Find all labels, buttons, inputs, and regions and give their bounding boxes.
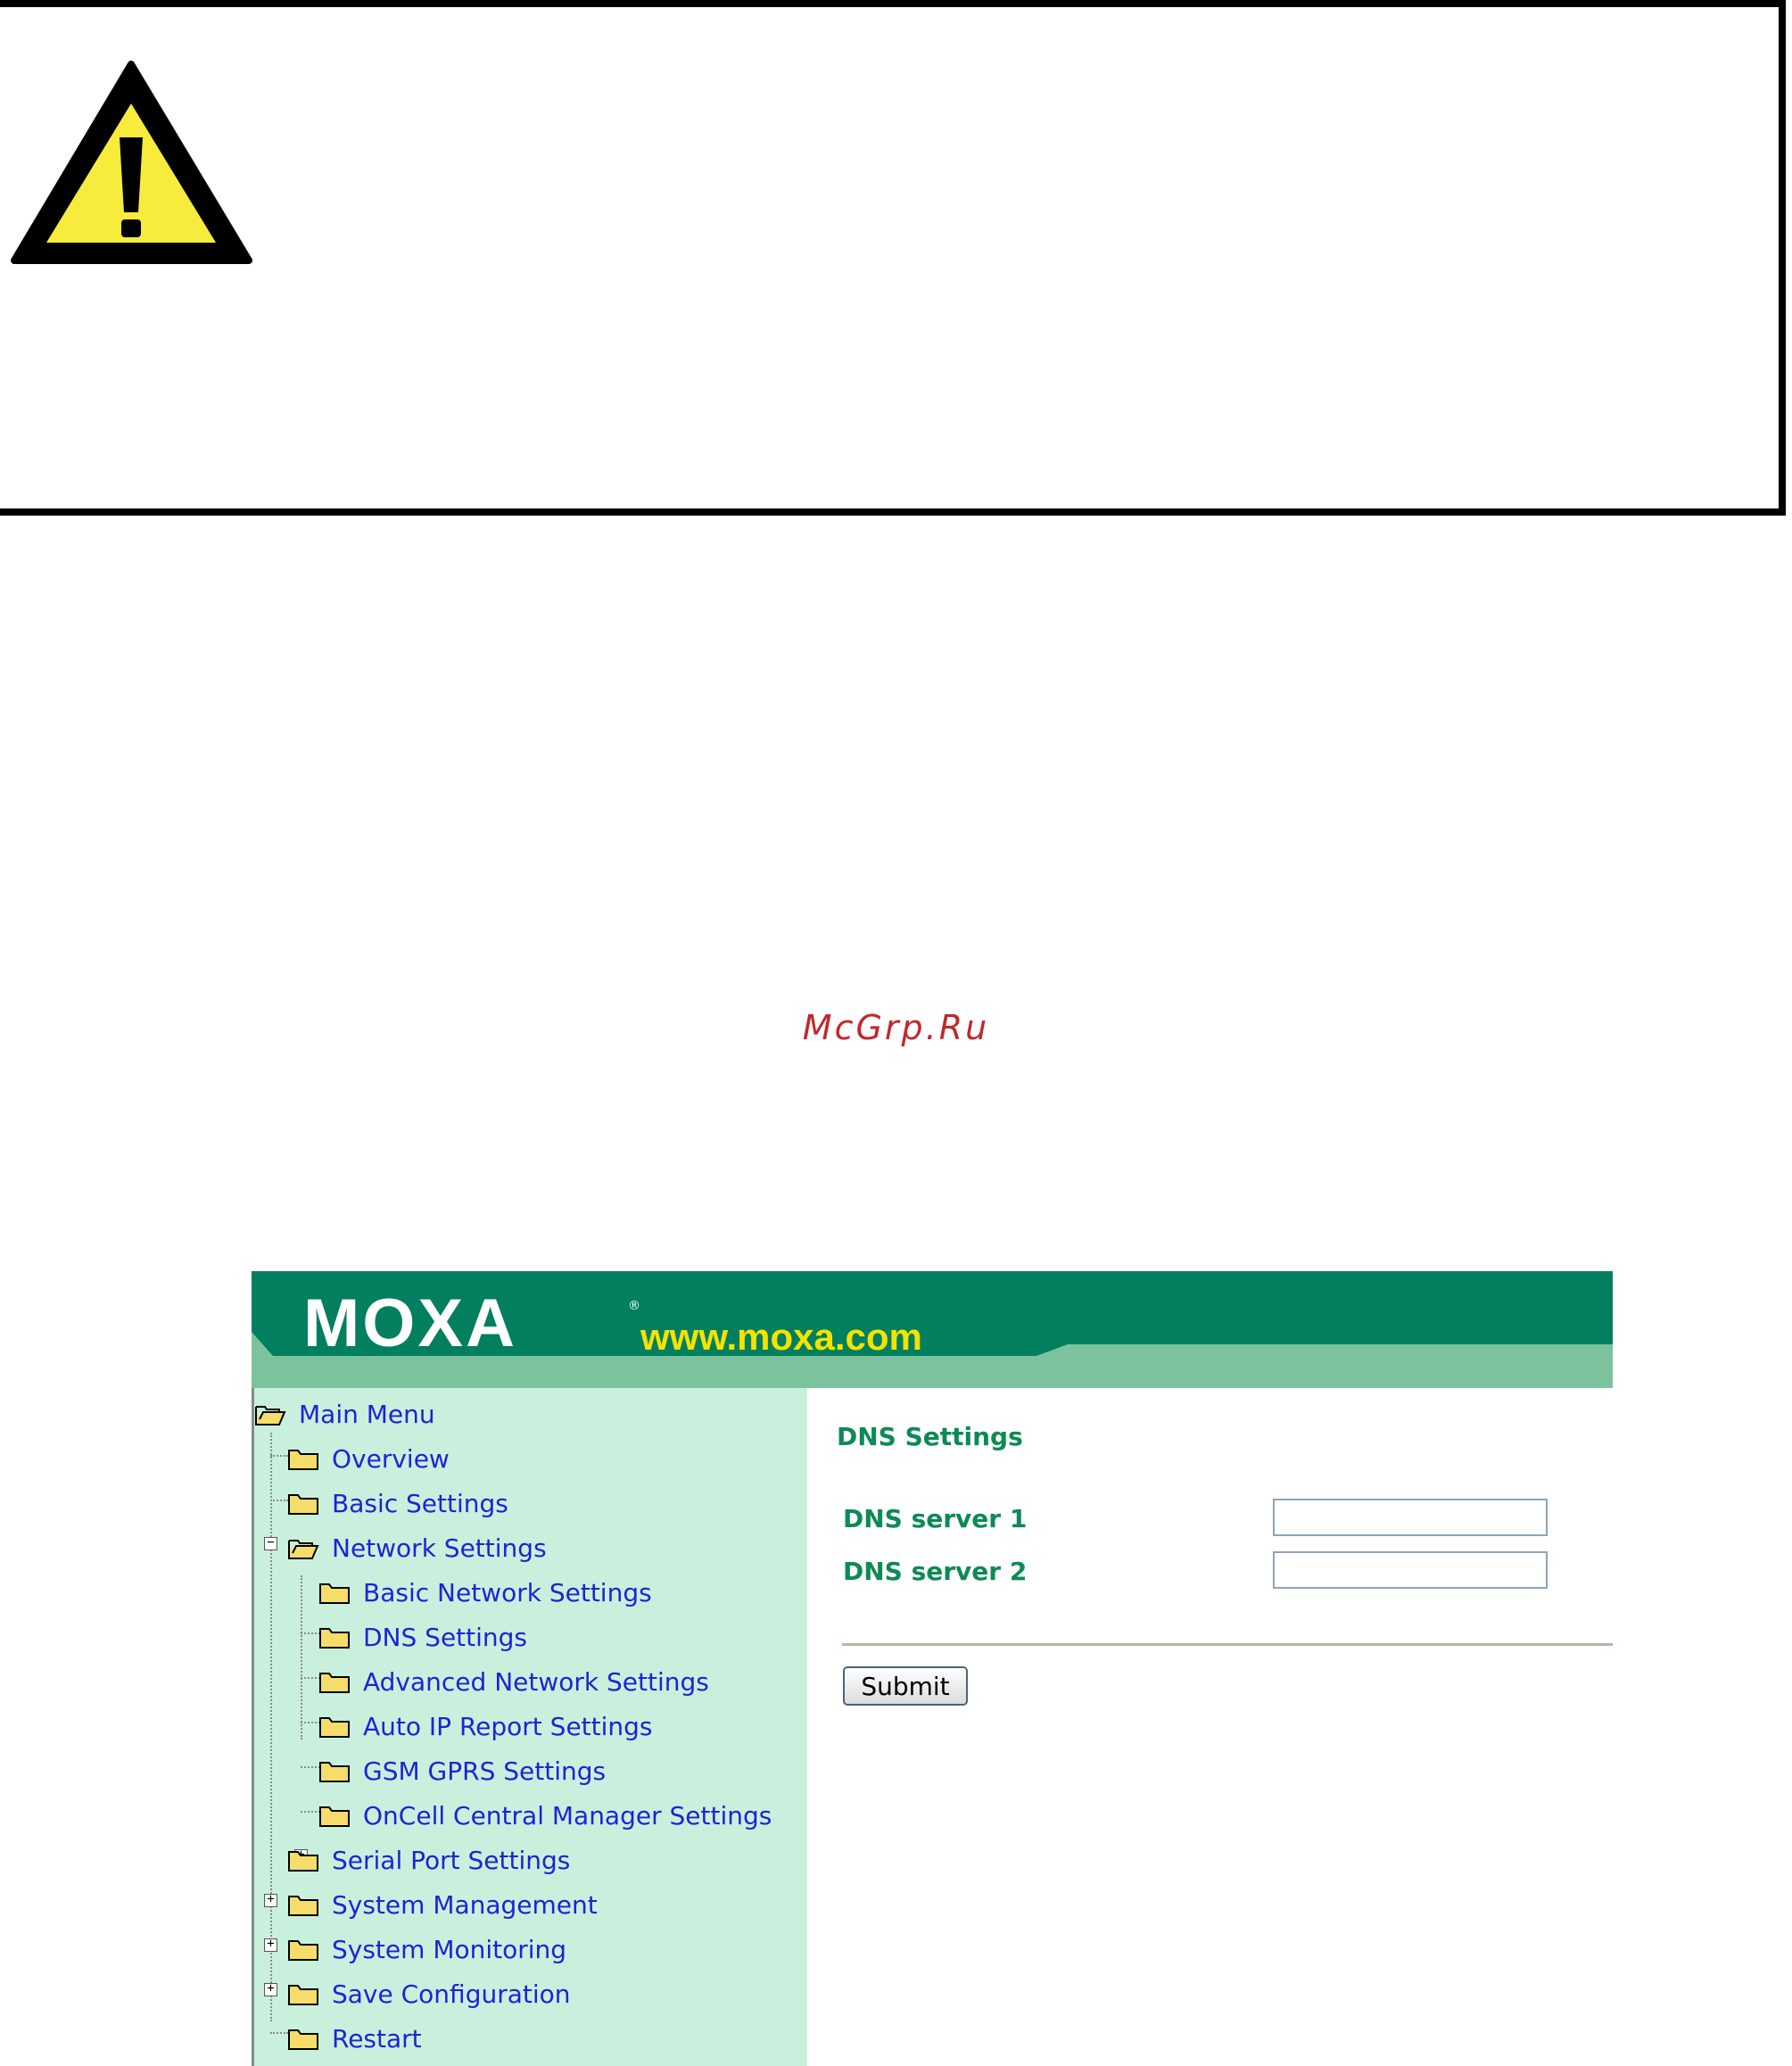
- sidebar-item-label[interactable]: Overview: [332, 1444, 450, 1474]
- folder-icon: [288, 1985, 318, 2005]
- folder-icon: [288, 1450, 318, 1470]
- sidebar-item-serial-port-settings[interactable]: Serial Port Settings: [287, 1840, 570, 1880]
- sidebar-item-advanced-network-settings[interactable]: Advanced Network Settings: [318, 1662, 709, 1701]
- open-folder-icon: [288, 1540, 319, 1559]
- open-folder-icon: [255, 1406, 286, 1426]
- sidebar-item-label[interactable]: System Management: [332, 1890, 598, 1920]
- dns-server-1-label: DNS server 1: [843, 1504, 1028, 1533]
- folder-icon: [288, 1896, 318, 1916]
- sidebar-item-label[interactable]: DNS Settings: [363, 1623, 527, 1652]
- svg-text:®: ®: [628, 1299, 640, 1313]
- folder-icon: [319, 1806, 350, 1827]
- warning-triangle-icon: [11, 61, 252, 264]
- sidebar-item-dns-settings[interactable]: DNS Settings: [318, 1617, 527, 1657]
- sidebar-item-system-management[interactable]: System Management: [287, 1885, 598, 1924]
- divider: [842, 1643, 1613, 1646]
- sidebar-item-oncell-central-manager-settings[interactable]: OnCell Central Manager Settings: [318, 1796, 772, 1835]
- moxa-banner: MOXA ® www.moxa.com: [252, 1271, 1613, 1388]
- folder-icon: [319, 1628, 350, 1649]
- sidebar-item-label[interactable]: Save Configuration: [332, 1979, 571, 2009]
- folder-icon: [319, 1583, 350, 1604]
- sidebar-item-save-configuration[interactable]: Save Configuration: [287, 1974, 571, 2013]
- sidebar-item-label[interactable]: Network Settings: [332, 1533, 547, 1563]
- folder-icon: [288, 1940, 318, 1961]
- sidebar-item-restart[interactable]: Restart: [287, 2019, 422, 2058]
- folder-icon: [319, 1762, 350, 1782]
- submit-button[interactable]: Submit: [843, 1666, 968, 1706]
- expand-system-monitoring-icon[interactable]: +: [264, 1982, 277, 1996]
- folder-icon: [288, 1851, 318, 1872]
- collapse-network-settings-icon[interactable]: −: [264, 1536, 277, 1550]
- sidebar-item-label[interactable]: Restart: [332, 2024, 422, 2054]
- folder-icon: [319, 1717, 350, 1738]
- sidebar-item-label[interactable]: GSM GPRS Settings: [363, 1756, 606, 1786]
- folder-icon: [319, 1673, 350, 1693]
- sidebar-item-basic-settings[interactable]: Basic Settings: [287, 1483, 508, 1523]
- sidebar-item-overview[interactable]: Overview: [287, 1439, 450, 1478]
- sidebar-item-auto-ip-report-settings[interactable]: Auto IP Report Settings: [318, 1707, 653, 1746]
- moxa-logo: MOXA: [303, 1285, 517, 1361]
- sidebar-item-network-settings[interactable]: Network Settings: [287, 1528, 547, 1567]
- warning-box: [0, 0, 1786, 516]
- expand-serial-port-settings-icon[interactable]: +: [264, 1893, 277, 1907]
- sidebar-item-main-menu[interactable]: Main Menu: [254, 1394, 435, 1434]
- dns-server-2-input[interactable]: [1273, 1551, 1548, 1589]
- content-pane: DNS Settings DNS server 1 DNS server 2 S…: [807, 1388, 1613, 2066]
- sidebar-item-label[interactable]: Auto IP Report Settings: [363, 1712, 653, 1741]
- watermark: McGrp.Ru: [802, 1008, 990, 1047]
- dns-server-1-input[interactable]: [1273, 1499, 1548, 1536]
- sidebar-item-basic-network-settings[interactable]: Basic Network Settings: [318, 1573, 652, 1612]
- sidebar-item-label[interactable]: Serial Port Settings: [332, 1846, 570, 1875]
- sidebar-item-system-monitoring[interactable]: System Monitoring: [287, 1930, 566, 1969]
- page-title: DNS Settings: [837, 1422, 1023, 1451]
- sidebar-item-label[interactable]: Basic Settings: [332, 1489, 508, 1518]
- sidebar-item-label[interactable]: Main Menu: [299, 1400, 435, 1429]
- sidebar-item-label[interactable]: System Monitoring: [332, 1935, 566, 1964]
- moxa-website: www.moxa.com: [640, 1316, 922, 1358]
- sidebar-tree: − + + + + + Main Menu Overview Basic Set…: [254, 1388, 807, 2066]
- sidebar-item-label[interactable]: Basic Network Settings: [363, 1578, 652, 1607]
- folder-icon: [288, 2029, 318, 2050]
- dns-server-2-label: DNS server 2: [843, 1557, 1028, 1586]
- sidebar-item-gsm-gprs-settings[interactable]: GSM GPRS Settings: [318, 1751, 606, 1790]
- sidebar-item-label[interactable]: OnCell Central Manager Settings: [363, 1801, 772, 1830]
- sidebar-item-label[interactable]: Advanced Network Settings: [363, 1667, 709, 1697]
- folder-icon: [288, 1494, 318, 1515]
- expand-system-management-icon[interactable]: +: [264, 1938, 277, 1952]
- moxa-web-console: MOXA ® www.moxa.com − + + + + + Main Men…: [252, 1271, 1613, 2066]
